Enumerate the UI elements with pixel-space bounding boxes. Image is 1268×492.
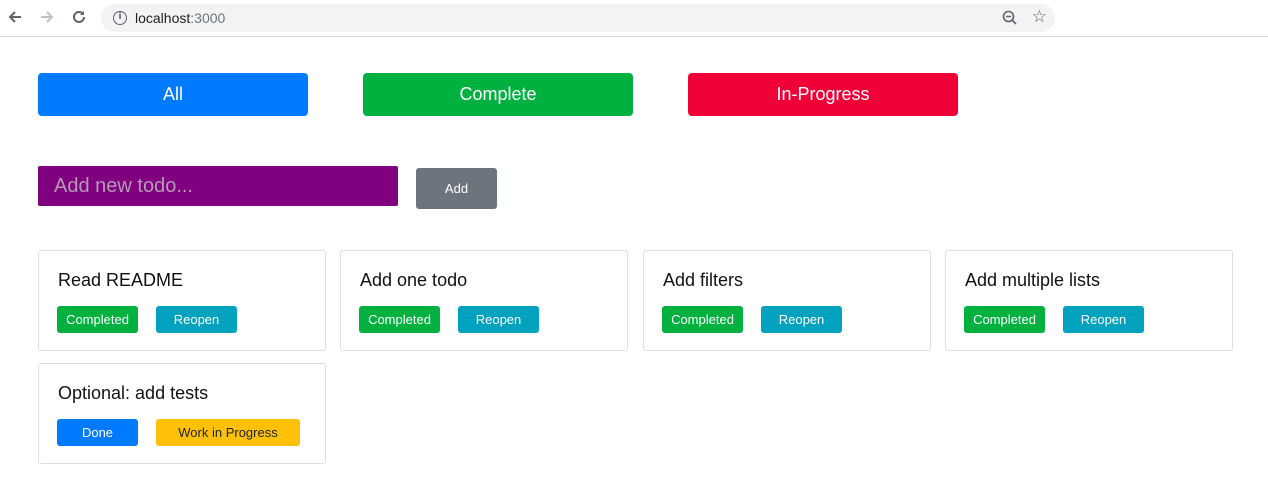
todo-title: Optional: add tests	[58, 383, 209, 403]
reopen-button[interactable]: Reopen	[156, 306, 237, 333]
filter-all-button[interactable]: All	[38, 73, 308, 116]
filter-inprogress-button[interactable]: In-Progress	[688, 73, 958, 116]
forward-icon[interactable]	[37, 7, 57, 27]
completed-button[interactable]: Completed	[359, 306, 440, 333]
url-text: localhost:3000	[135, 10, 226, 26]
todo-title: Add multiple lists	[965, 270, 1101, 290]
filter-complete-button[interactable]: Complete	[363, 73, 633, 116]
completed-button[interactable]: Completed	[662, 306, 743, 333]
reopen-button[interactable]: Reopen	[1063, 306, 1144, 333]
todo-card: Add one todo Completed Reopen	[340, 250, 628, 351]
done-button[interactable]: Done	[57, 419, 138, 446]
add-todo-button[interactable]: Add	[416, 168, 497, 209]
completed-button[interactable]: Completed	[964, 306, 1045, 333]
browser-toolbar: i localhost:3000 ☆	[0, 0, 1268, 37]
work-in-progress-button[interactable]: Work in Progress	[156, 419, 300, 446]
reopen-button[interactable]: Reopen	[761, 306, 842, 333]
todo-card: Optional: add tests Done Work in Progres…	[38, 363, 326, 464]
reload-icon[interactable]	[69, 7, 89, 27]
info-icon[interactable]: i	[113, 11, 127, 25]
todo-title: Add one todo	[360, 270, 468, 290]
back-icon[interactable]	[5, 7, 25, 27]
todo-title: Read README	[58, 270, 184, 290]
star-icon[interactable]: ☆	[1032, 7, 1047, 27]
zoom-out-icon[interactable]	[1001, 9, 1019, 27]
todo-card: Read README Completed Reopen	[38, 250, 326, 351]
todo-title: Add filters	[663, 270, 744, 290]
reopen-button[interactable]: Reopen	[458, 306, 539, 333]
todo-card: Add multiple lists Completed Reopen	[945, 250, 1233, 351]
todo-card: Add filters Completed Reopen	[643, 250, 931, 351]
completed-button[interactable]: Completed	[57, 306, 138, 333]
new-todo-input[interactable]	[38, 166, 398, 206]
address-bar[interactable]: i localhost:3000 ☆	[101, 4, 1055, 32]
